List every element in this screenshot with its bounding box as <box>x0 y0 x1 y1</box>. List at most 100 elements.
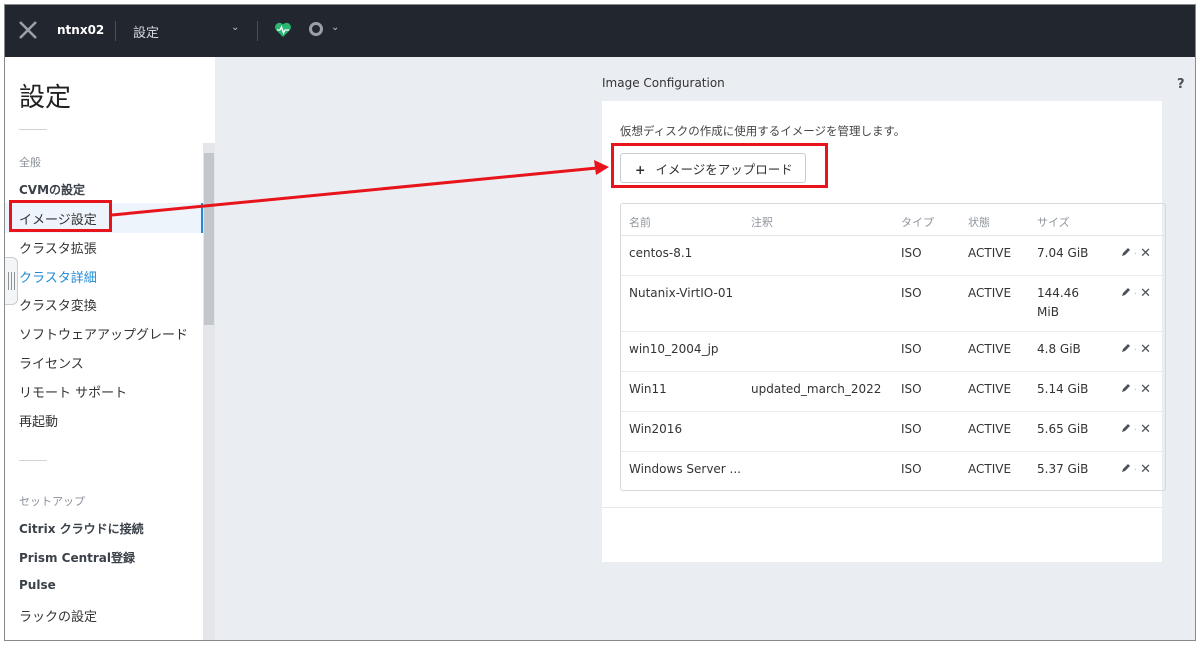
column-header-annotation[interactable]: 注釈 <box>751 214 773 230</box>
panel-footer-divider <box>602 507 1162 508</box>
cell-size: 7.04 GiB <box>1037 246 1089 260</box>
alerts-ring-icon[interactable] <box>309 22 323 36</box>
sidebar-item-cluster-expand[interactable]: クラスタ拡張 <box>19 238 97 257</box>
top-bar: ntnx02 設定 ⌄ ⌄ <box>5 5 1195 57</box>
sidebar-item-cvm-settings[interactable]: CVMの設定 <box>19 181 85 198</box>
cell-name: win10_2004_jp <box>629 342 719 356</box>
sidebar-title: 設定 <box>19 83 72 113</box>
divider <box>115 21 116 41</box>
scrollbar-thumb[interactable] <box>204 153 214 325</box>
images-table: 名前 注釈 タイプ 状態 サイズ centos-8.1 ISO ACTIVE 7.04… <box>620 203 1166 491</box>
cell-state: ACTIVE <box>968 422 1012 436</box>
action-separator: · <box>1133 465 1138 476</box>
cluster-name[interactable]: ntnx02 <box>57 23 104 37</box>
divider <box>19 460 47 461</box>
pencil-icon[interactable] <box>1121 287 1131 297</box>
cell-state: ACTIVE <box>968 382 1012 396</box>
cell-name: Windows Server ... <box>629 462 741 476</box>
cell-name: Nutanix-VirtIO-01 <box>629 286 734 300</box>
sidebar-item-software-upgrade[interactable]: ソフトウェアアップグレード <box>19 324 188 343</box>
pencil-icon[interactable] <box>1121 247 1131 257</box>
table-row[interactable]: Win2016 ISO ACTIVE 5.65 GiB · ✕ <box>621 412 1165 452</box>
group-label-setup: セットアップ <box>19 495 85 508</box>
sidebar-item-remote-support[interactable]: リモート サポート <box>19 382 127 401</box>
column-header-size[interactable]: サイズ <box>1037 214 1070 230</box>
table-row[interactable]: Win11 updated_march_2022 ISO ACTIVE 5.14 GiB… <box>621 372 1165 412</box>
table-header: 名前 注釈 タイプ 状態 サイズ <box>621 204 1165 236</box>
delete-icon[interactable]: ✕ <box>1140 422 1151 437</box>
action-separator: · <box>1133 385 1138 396</box>
row-actions: · ✕ <box>1121 462 1151 477</box>
nutanix-logo-icon[interactable] <box>17 19 39 41</box>
cell-state: ACTIVE <box>968 286 1012 300</box>
action-separator: · <box>1133 425 1138 436</box>
cell-size: 4.8 GiB <box>1037 342 1081 356</box>
pencil-icon[interactable] <box>1121 383 1131 393</box>
panel-description: 仮想ディスクの作成に使用するイメージを管理します。 <box>620 124 906 138</box>
column-header-name[interactable]: 名前 <box>629 214 651 230</box>
pencil-icon[interactable] <box>1121 343 1131 353</box>
cell-type: ISO <box>901 286 922 300</box>
cell-annotation: updated_march_2022 <box>751 382 882 396</box>
row-actions: · ✕ <box>1121 422 1151 437</box>
table-row[interactable]: centos-8.1 ISO ACTIVE 7.04 GiB · ✕ <box>621 236 1165 276</box>
row-actions: · ✕ <box>1121 246 1151 261</box>
row-actions: · ✕ <box>1121 382 1151 397</box>
cell-type: ISO <box>901 246 922 260</box>
pencil-icon[interactable] <box>1121 423 1131 433</box>
health-heart-icon[interactable] <box>274 21 292 39</box>
sidebar-scrollbar[interactable] <box>203 143 215 640</box>
highlight-box-upload <box>611 143 828 188</box>
table-row[interactable]: win10_2004_jp ISO ACTIVE 4.8 GiB · ✕ <box>621 332 1165 372</box>
delete-icon[interactable]: ✕ <box>1140 246 1151 261</box>
cell-type: ISO <box>901 422 922 436</box>
settings-sidebar: 設定 全般 CVMの設定 イメージ設定 クラスタ拡張 クラスタ詳細 クラスタ変換… <box>5 57 215 640</box>
delete-icon[interactable]: ✕ <box>1140 382 1151 397</box>
sidebar-item-license[interactable]: ライセンス <box>19 353 84 372</box>
sidebar-item-pulse[interactable]: Pulse <box>19 578 56 592</box>
cell-name: Win11 <box>629 382 667 396</box>
column-header-type[interactable]: タイプ <box>901 214 934 230</box>
cell-size: 5.37 GiB <box>1037 462 1089 476</box>
divider <box>19 129 47 130</box>
row-actions: · ✕ <box>1121 342 1151 357</box>
cell-type: ISO <box>901 462 922 476</box>
action-separator: · <box>1133 249 1138 260</box>
cell-state: ACTIVE <box>968 246 1012 260</box>
help-icon[interactable]: ? <box>1177 77 1185 92</box>
table-row[interactable]: Windows Server ... ISO ACTIVE 5.37 GiB · ✕ <box>621 452 1165 492</box>
row-actions: · ✕ <box>1121 286 1151 301</box>
chevron-down-icon[interactable]: ⌄ <box>331 22 339 33</box>
sidebar-collapse-handle[interactable] <box>5 257 18 305</box>
highlight-box-sidebar <box>9 200 112 232</box>
section-title: Image Configuration <box>602 76 725 90</box>
chevron-down-icon[interactable]: ⌄ <box>231 22 239 33</box>
table-row[interactable]: Nutanix-VirtIO-01 ISO ACTIVE 144.46 MiB · ✕ <box>621 276 1165 332</box>
action-separator: · <box>1133 289 1138 300</box>
cell-size: 5.65 GiB <box>1037 422 1089 436</box>
cell-type: ISO <box>901 382 922 396</box>
sidebar-item-cluster-convert[interactable]: クラスタ変換 <box>19 295 97 314</box>
cell-name: centos-8.1 <box>629 246 693 260</box>
cell-name: Win2016 <box>629 422 683 436</box>
sidebar-item-cluster-details[interactable]: クラスタ詳細 <box>19 267 97 286</box>
delete-icon[interactable]: ✕ <box>1140 286 1151 301</box>
group-label-general: 全般 <box>19 156 41 169</box>
sidebar-item-prism-central[interactable]: Prism Central登録 <box>19 549 135 566</box>
column-header-state[interactable]: 状態 <box>968 214 990 230</box>
delete-icon[interactable]: ✕ <box>1140 462 1151 477</box>
cell-type: ISO <box>901 342 922 356</box>
pencil-icon[interactable] <box>1121 463 1131 473</box>
page-selector-label[interactable]: 設定 <box>133 22 159 41</box>
cell-size: 5.14 GiB <box>1037 382 1089 396</box>
sidebar-item-rack-settings[interactable]: ラックの設定 <box>19 606 97 625</box>
app-window: ntnx02 設定 ⌄ ⌄ 設定 全般 CVMの設定 イメージ設定 クラスタ拡張… <box>4 4 1196 641</box>
cell-state: ACTIVE <box>968 462 1012 476</box>
action-separator: · <box>1133 345 1138 356</box>
sidebar-item-restart[interactable]: 再起動 <box>19 411 58 430</box>
divider <box>257 21 258 41</box>
delete-icon[interactable]: ✕ <box>1140 342 1151 357</box>
cell-state: ACTIVE <box>968 342 1012 356</box>
sidebar-item-citrix-cloud[interactable]: Citrix クラウドに接続 <box>19 520 144 537</box>
cell-size: 144.46 MiB <box>1037 286 1079 319</box>
